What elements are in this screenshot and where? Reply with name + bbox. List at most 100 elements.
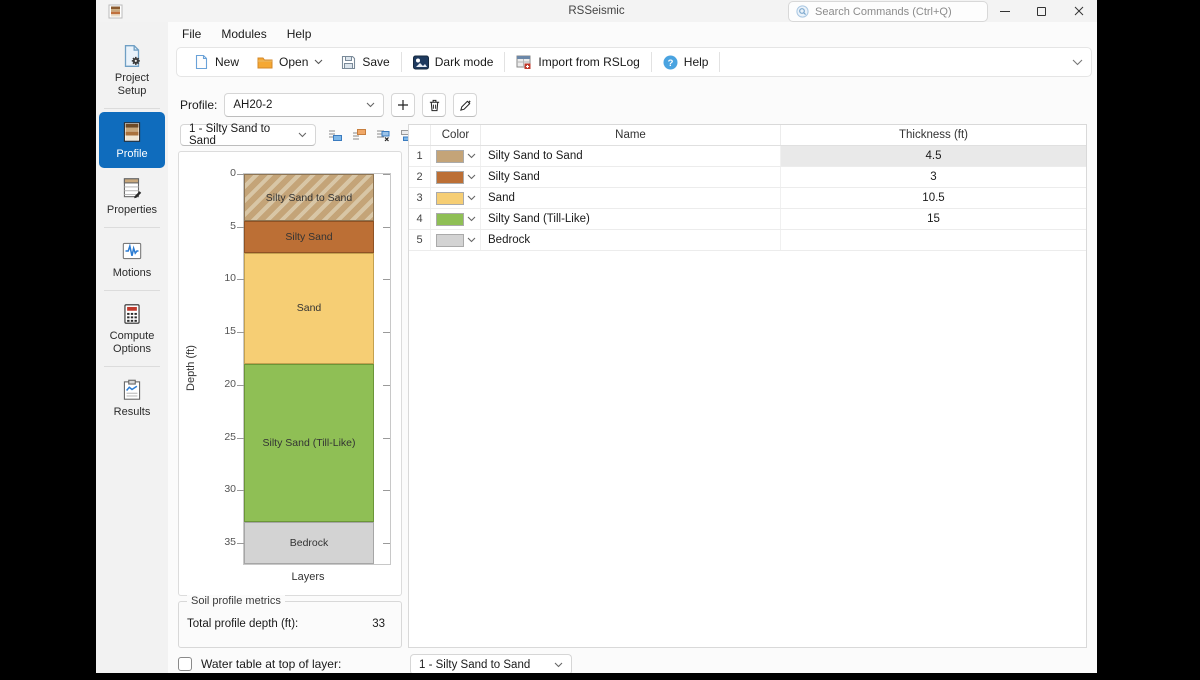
save-icon [341,55,356,70]
maximize-button[interactable] [1023,0,1060,22]
edit-profile-button[interactable] [453,93,477,117]
soil-profile-metrics-group: Soil profile metrics Total profile depth… [178,601,402,648]
soil-layer-silty-sand[interactable]: Silty Sand [244,221,374,253]
profile-label: Profile: [180,98,217,112]
color-dropdown[interactable] [431,146,481,166]
row-number-cell: 1 [409,146,431,166]
row-number-cell: 5 [409,230,431,250]
soil-layer-label: Silty Sand (Till-Like) [259,437,360,449]
svg-text:?: ? [667,58,673,69]
chevron-down-icon [467,174,476,180]
layer-thickness-cell[interactable]: 15 [781,209,1086,229]
layer-thickness-cell[interactable]: 4.5 [781,146,1086,166]
soil-profile-chart: Depth (ft) Silty Sand to Sand Silty Sand S… [178,151,402,596]
water-table-checkbox[interactable] [178,657,192,671]
y-tick-mark [237,385,244,386]
y-tick-mark [383,438,390,439]
y-tick-mark [237,490,244,491]
save-button[interactable]: Save [332,50,398,74]
toolbar-separator [719,52,720,72]
layer-name-cell[interactable]: Silty Sand to Sand [481,146,781,166]
profile-icon [119,118,145,146]
y-tick-mark [237,332,244,333]
soil-layer-sand[interactable]: Sand [244,253,374,364]
layer-name-cell[interactable]: Sand [481,188,781,208]
layer-thickness-cell[interactable]: 3 [781,167,1086,187]
y-tick-label: 10 [179,272,236,284]
trash-icon [428,99,441,112]
open-button[interactable]: Open [248,50,332,74]
metrics-group-title: Soil profile metrics [187,595,285,607]
y-tick-label: 15 [179,325,236,337]
profile-bar: Profile: AH20-2 [180,93,477,117]
chevron-down-icon [467,216,476,222]
toolbar-overflow-chevron-icon[interactable] [1072,59,1083,66]
minimize-button[interactable] [986,0,1023,22]
menu-help[interactable]: Help [277,27,322,41]
edit-pencil-icon [459,99,472,112]
row-number-cell: 3 [409,188,431,208]
sidebar-item-compute-options[interactable]: Compute Options [99,294,165,363]
soil-layer-bedrock[interactable]: Bedrock [244,522,374,564]
layer-select[interactable]: 1 - Silty Sand to Sand [180,124,316,146]
dark-mode-button-label: Dark mode [435,55,494,69]
command-search[interactable] [788,1,988,22]
save-button-label: Save [362,55,389,69]
color-swatch [436,213,464,226]
sidebar-item-properties[interactable]: Properties [99,168,165,224]
soil-layer-silty-sand-till-like[interactable]: Silty Sand (Till-Like) [244,364,374,522]
search-icon [796,5,809,18]
color-dropdown[interactable] [431,230,481,250]
soil-layer-label: Silty Sand [281,231,336,243]
color-swatch [436,234,464,247]
close-button[interactable] [1060,0,1097,22]
name-column-header: Name [481,125,781,145]
delete-profile-button[interactable] [422,93,446,117]
sidebar-item-motions[interactable]: Motions [99,231,165,287]
add-layer-below-button[interactable] [326,126,344,144]
sidebar-item-project-setup[interactable]: Project Setup [99,36,165,105]
color-dropdown[interactable] [431,209,481,229]
water-table-layer-select[interactable]: 1 - Silty Sand to Sand [410,654,572,673]
main-toolbar: New Open Save [176,47,1092,77]
profile-select[interactable]: AH20-2 [224,93,384,117]
y-tick-label: 5 [179,220,236,232]
remove-layer-button[interactable] [374,126,392,144]
y-tick-mark [383,227,390,228]
sidebar-item-results[interactable]: Results [99,370,165,426]
layer-thickness-cell[interactable]: 10.5 [781,188,1086,208]
import-rslog-button[interactable]: Import from RSLog [507,50,648,74]
sidebar-separator [104,290,160,291]
add-profile-button[interactable] [391,93,415,117]
y-tick-label: 30 [179,483,236,495]
table-row-silty-sand: 2Silty Sand3 [409,167,1086,188]
sidebar-item-label: Results [114,406,151,419]
layer-name-cell[interactable]: Silty Sand (Till-Like) [481,209,781,229]
help-button-label: Help [684,55,709,69]
dark-mode-button[interactable]: Dark mode [404,50,503,74]
soil-layer-silty-sand-to-sand[interactable]: Silty Sand to Sand [244,174,374,221]
layer-name-cell[interactable]: Silty Sand [481,167,781,187]
layer-thickness-cell[interactable] [781,230,1086,250]
chevron-down-icon [467,153,476,159]
color-dropdown[interactable] [431,188,481,208]
new-button[interactable]: New [185,50,248,74]
layer-name-cell[interactable]: Bedrock [481,230,781,250]
sidebar-item-label: Profile [116,148,147,161]
new-button-label: New [215,55,239,69]
menu-file[interactable]: File [172,27,211,41]
chevron-down-icon [467,195,476,201]
search-input[interactable] [815,6,975,18]
help-button[interactable]: ? Help [654,50,718,74]
menu-modules[interactable]: Modules [211,27,276,41]
layer-toolbar: 1 - Silty Sand to Sand [180,124,416,146]
toolbar-separator [401,52,402,72]
y-tick-mark [383,385,390,386]
y-axis-title: Depth (ft) [185,294,197,442]
insert-layer-above-button[interactable] [350,126,368,144]
sidebar-separator [104,227,160,228]
chevron-down-icon [298,132,307,138]
sidebar-item-profile[interactable]: Profile [99,112,165,168]
color-swatch [436,192,464,205]
color-dropdown[interactable] [431,167,481,187]
